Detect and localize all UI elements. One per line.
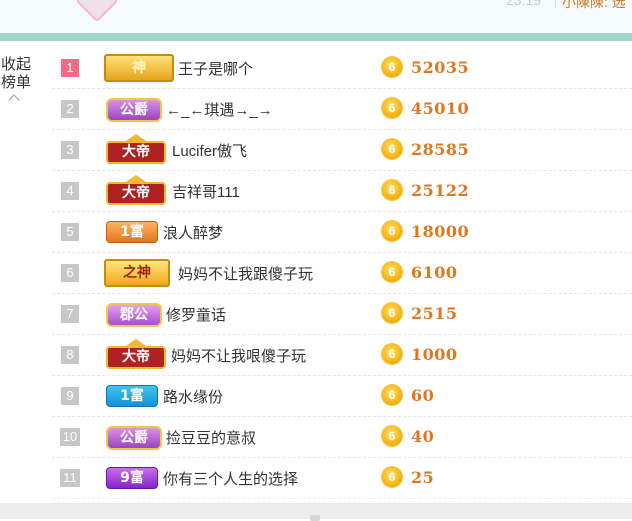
collapse-label-line2: 榜单	[0, 74, 31, 91]
user-name[interactable]: 妈妈不让我哏傻子玩	[171, 345, 306, 366]
emperor-badge-icon: 大帝	[106, 339, 166, 369]
count-badge-icon: 郡公	[106, 303, 162, 327]
rank-number: 5	[61, 223, 79, 241]
coin-icon: 6	[382, 98, 402, 118]
coin-icon: 6	[382, 344, 402, 364]
contribution-score: 1000	[411, 345, 458, 364]
contribution-score: 2515	[411, 304, 458, 323]
wealth-badge-icon: 9富	[106, 467, 158, 489]
wealth-badge-icon: 1富	[106, 385, 158, 407]
chevron-up-icon	[8, 94, 20, 106]
contribution-score: 28585	[411, 140, 470, 159]
ranking-row[interactable]: 10 公爵 捡豆豆的意叔 6 40	[52, 417, 632, 458]
accent-bar	[0, 33, 632, 41]
top-bar: 23:19 小陳陳: 选	[0, 0, 632, 33]
ranking-row[interactable]: 9 1富 路水缘份 6 60	[52, 376, 632, 417]
coin-icon: 6	[382, 221, 402, 241]
rank-number: 8	[61, 346, 79, 364]
contribution-score: 25	[411, 468, 435, 487]
ranking-row[interactable]: 3 大帝 Lucifer傲飞 6 28585	[52, 130, 632, 171]
user-name[interactable]: 浪人醉梦	[163, 222, 223, 243]
message-time: 23:19	[506, 0, 542, 8]
rank-number: 9	[61, 387, 79, 405]
user-name[interactable]: 修罗童话	[166, 304, 226, 325]
duke-badge-icon: 公爵	[106, 98, 162, 122]
contribution-score: 60	[411, 386, 435, 405]
user-name[interactable]: 捡豆豆的意叔	[166, 427, 256, 448]
rank-number: 3	[61, 141, 79, 159]
ranking-row[interactable]: 4 大帝 吉祥哥111 6 25122	[52, 171, 632, 212]
coin-icon: 6	[382, 262, 402, 282]
contribution-score: 52035	[411, 58, 470, 77]
rank-number: 6	[61, 264, 79, 282]
ranking-row[interactable]: 7 郡公 修罗童话 6 2515	[52, 294, 632, 335]
rank-number: 4	[61, 182, 79, 200]
collapse-label-line1: 收起	[0, 56, 31, 73]
ranking-row[interactable]: 5 1富 浪人醉梦 6 18000	[52, 212, 632, 253]
user-name[interactable]: 王子是哪个	[178, 58, 253, 79]
ranking-row[interactable]: 6 之神 妈妈不让我跟傻子玩 6 6100	[52, 253, 632, 294]
rank-number: 11	[60, 469, 80, 487]
user-name[interactable]: ←_←琪遇→_→	[166, 99, 273, 120]
contribution-score: 18000	[411, 222, 470, 241]
coin-icon: 6	[382, 467, 402, 487]
ranking-row[interactable]: 2 公爵 ←_←琪遇→_→ 6 45010	[52, 89, 632, 130]
contribution-score: 6100	[411, 263, 458, 282]
god-badge-icon: 之神	[104, 259, 170, 287]
rank-number: 10	[60, 428, 80, 446]
collapse-ranking-button[interactable]: 收起 榜单	[0, 56, 36, 106]
emperor-badge-icon: 大帝	[106, 175, 166, 205]
coin-icon: 6	[382, 180, 402, 200]
contribution-score: 40	[411, 427, 435, 446]
message-user[interactable]: 小陳陳: 选	[562, 0, 626, 12]
ranking-row[interactable]: 8 大帝 妈妈不让我哏傻子玩 6 1000	[52, 335, 632, 376]
god-badge-icon: 神	[104, 54, 174, 82]
user-name[interactable]: 吉祥哥111	[172, 181, 240, 202]
coin-icon: 6	[382, 385, 402, 405]
ranking-row[interactable]: 11 9富 你有三个人生的选择 6 25	[52, 458, 632, 499]
duke-badge-icon: 公爵	[106, 426, 162, 450]
gift-icon	[75, 0, 119, 23]
footer-bar	[0, 503, 632, 521]
user-name[interactable]: 路水缘份	[163, 386, 223, 407]
rank-number: 1	[61, 59, 79, 77]
user-name[interactable]: Lucifer傲飞	[172, 140, 247, 161]
scroll-handle[interactable]	[310, 515, 320, 521]
contribution-score: 25122	[411, 181, 470, 200]
contribution-score: 45010	[411, 99, 470, 118]
coin-icon: 6	[382, 139, 402, 159]
wealth-badge-icon: 1富	[106, 221, 158, 243]
coin-icon: 6	[382, 303, 402, 323]
coin-icon: 6	[382, 426, 402, 446]
user-name[interactable]: 妈妈不让我跟傻子玩	[178, 263, 313, 284]
divider	[555, 0, 556, 8]
ranking-list: 1 神 王子是哪个 6 52035 2 公爵 ←_←琪遇→_→ 6 45010 …	[52, 48, 632, 499]
rank-number: 2	[61, 100, 79, 118]
ranking-row[interactable]: 1 神 王子是哪个 6 52035	[52, 48, 632, 89]
rank-number: 7	[61, 305, 79, 323]
coin-icon: 6	[382, 57, 402, 77]
emperor-badge-icon: 大帝	[106, 134, 166, 164]
user-name[interactable]: 你有三个人生的选择	[163, 468, 298, 489]
